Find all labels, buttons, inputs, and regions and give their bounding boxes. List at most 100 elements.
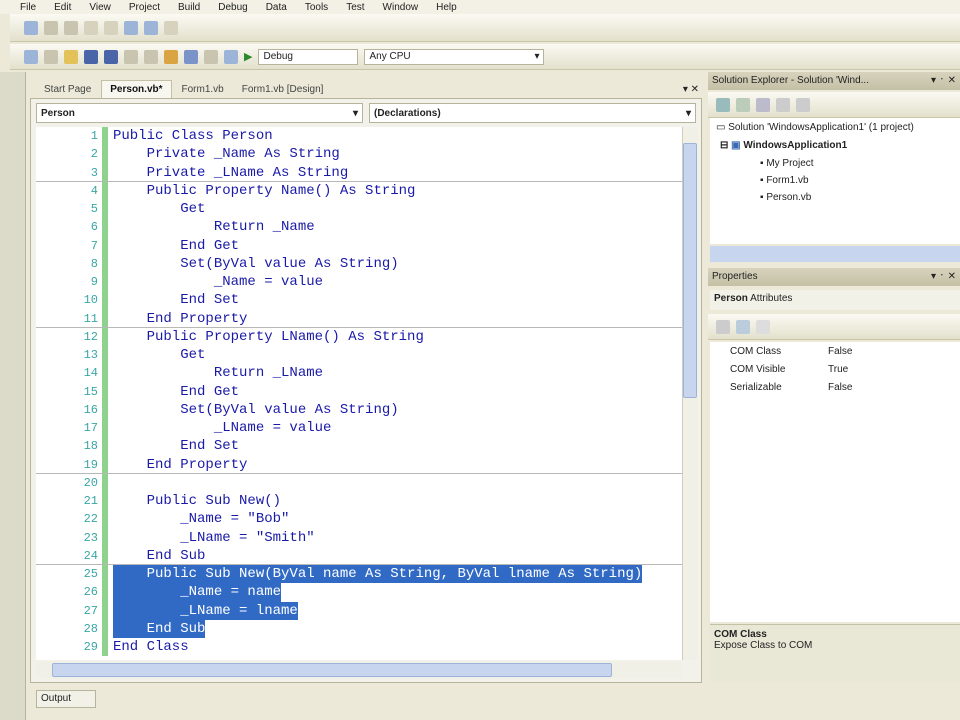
tree-item-person[interactable]: ▪ Person.vb	[760, 192, 811, 203]
menu-help[interactable]: Help	[436, 2, 457, 13]
code-line[interactable]: 11 End Property	[36, 309, 682, 328]
code-line[interactable]: 4 Public Property Name() As String	[36, 181, 682, 200]
output-tab[interactable]: Output	[36, 690, 96, 708]
code-line[interactable]: 18 End Set	[36, 437, 682, 456]
close-icon[interactable]: ▾ ✕	[680, 81, 702, 98]
pin-close-icons[interactable]: ▾ ᛫ ✕	[931, 271, 956, 283]
code-text: End Get	[113, 237, 240, 254]
show-all-files-icon[interactable]	[736, 97, 750, 112]
bookmark-icon[interactable]	[164, 20, 178, 35]
chevron-down-icon: ▾	[685, 107, 691, 119]
code-line[interactable]: 24 End Sub	[36, 546, 682, 565]
code-line[interactable]: 19 End Property	[36, 455, 682, 474]
undo-icon[interactable]	[184, 49, 198, 64]
class-combo[interactable]: Person ▾	[36, 103, 363, 123]
code-line[interactable]: 12 Public Property LName() As String	[36, 327, 682, 346]
code-line[interactable]: 8 Set(ByVal value As String)	[36, 254, 682, 273]
menu-project[interactable]: Project	[129, 2, 160, 13]
menu-window[interactable]: Window	[383, 2, 419, 13]
paste-icon[interactable]	[164, 49, 178, 64]
categorized-icon[interactable]	[716, 319, 730, 334]
code-line[interactable]: 7 End Get	[36, 236, 682, 255]
property-row[interactable]: COM Class False	[710, 342, 960, 360]
line-number: 19	[83, 457, 98, 472]
code-line[interactable]: 15 End Get	[36, 382, 682, 401]
property-value[interactable]: True	[828, 364, 848, 375]
code-line[interactable]: 6 Return _Name	[36, 218, 682, 237]
new-project-icon[interactable]	[24, 20, 38, 35]
menu-edit[interactable]: Edit	[54, 2, 71, 13]
properties-icon[interactable]	[716, 97, 730, 112]
code-line[interactable]: 23 _LName = "Smith"	[36, 528, 682, 547]
property-row[interactable]: Serializable False	[710, 378, 960, 396]
indent-icon[interactable]	[84, 20, 98, 35]
uncomment-icon[interactable]	[144, 20, 158, 35]
view-code-icon[interactable]	[776, 97, 790, 112]
toolbox-strip[interactable]	[0, 72, 26, 720]
view-designer-icon[interactable]	[796, 97, 810, 112]
comment-icon[interactable]	[124, 20, 138, 35]
start-debug-icon[interactable]: ▶	[244, 50, 252, 63]
code-line[interactable]: 20	[36, 473, 682, 492]
outdent-icon[interactable]	[104, 20, 118, 35]
open-file-icon[interactable]	[64, 49, 78, 64]
add-item-icon[interactable]	[44, 49, 58, 64]
member-combo[interactable]: (Declarations) ▾	[369, 103, 696, 123]
code-line[interactable]: 5 Get	[36, 200, 682, 219]
code-line[interactable]: 25 Public Sub New(ByVal name As String, …	[36, 565, 682, 584]
code-line[interactable]: 26 _Name = name	[36, 583, 682, 602]
properties-object-select[interactable]: Person Attributes	[710, 290, 960, 310]
tab-form1-design[interactable]: Form1.vb [Design]	[234, 81, 332, 98]
redo-icon[interactable]	[204, 49, 218, 64]
alphabetical-icon[interactable]	[736, 319, 750, 334]
property-value[interactable]: False	[828, 346, 852, 357]
tab-person-vb[interactable]: Person.vb*	[101, 80, 172, 98]
code-line[interactable]: 10 End Set	[36, 291, 682, 310]
menu-tools[interactable]: Tools	[305, 2, 328, 13]
menu-debug[interactable]: Debug	[218, 2, 247, 13]
code-line[interactable]: 27 _LName = lname	[36, 601, 682, 620]
configuration-select[interactable]: Debug	[258, 48, 359, 65]
add-project-icon[interactable]	[24, 49, 38, 64]
tree-solution[interactable]: ▭ Solution 'WindowsApplication1' (1 proj…	[716, 122, 914, 133]
save-icon[interactable]	[84, 49, 98, 64]
horizontal-scroll-thumb[interactable]	[52, 663, 612, 677]
code-line[interactable]: 16 Set(ByVal value As String)	[36, 400, 682, 419]
save-all-icon[interactable]	[104, 49, 118, 64]
code-line[interactable]: 13 Get	[36, 346, 682, 365]
code-line[interactable]: 17 _LName = value	[36, 419, 682, 438]
menu-view[interactable]: View	[89, 2, 111, 13]
code-editor[interactable]: 1 Public Class Person 2 Private _Name As S…	[36, 127, 682, 660]
menu-build[interactable]: Build	[178, 2, 200, 13]
tree-item-my-project[interactable]: ▪ My Project	[760, 158, 814, 169]
property-pages-icon[interactable]	[756, 319, 770, 334]
code-line[interactable]: 3 Private _LName As String	[36, 163, 682, 182]
tree-project[interactable]: ⊟ ▣ WindowsApplication1	[720, 140, 847, 151]
cut-icon[interactable]	[124, 49, 138, 64]
code-line[interactable]: 14 Return _LName	[36, 364, 682, 383]
menu-data[interactable]: Data	[266, 2, 287, 13]
menu-test[interactable]: Test	[346, 2, 364, 13]
property-row[interactable]: COM Visible True	[710, 360, 960, 378]
code-line[interactable]: 22 _Name = "Bob"	[36, 510, 682, 529]
menu-file[interactable]: File	[20, 2, 36, 13]
code-line[interactable]: 1 Public Class Person	[36, 127, 682, 146]
code-line[interactable]: 2 Private _Name As String	[36, 145, 682, 164]
vertical-scroll-thumb[interactable]	[683, 143, 697, 398]
refresh-icon[interactable]	[756, 97, 770, 112]
platform-select[interactable]: Any CPU ▾	[364, 48, 545, 65]
copy-icon[interactable]	[144, 49, 158, 64]
tab-start-page[interactable]: Start Page	[36, 81, 99, 98]
tree-item-form1[interactable]: ▪ Form1.vb	[760, 175, 809, 186]
solution-hscrollbar[interactable]	[710, 246, 960, 262]
code-line[interactable]: 9 _Name = value	[36, 273, 682, 292]
code-line[interactable]: 29 End Class	[36, 638, 682, 657]
copy-icon[interactable]	[64, 20, 78, 35]
pin-close-icons[interactable]: ▾ ᛫ ✕	[931, 75, 956, 87]
tab-form1-vb[interactable]: Form1.vb	[174, 81, 232, 98]
code-line[interactable]: 21 Public Sub New()	[36, 492, 682, 511]
property-value[interactable]: False	[828, 382, 852, 393]
navigate-icon[interactable]	[224, 49, 238, 64]
code-line[interactable]: 28 End Sub	[36, 619, 682, 638]
cut-icon[interactable]	[44, 20, 58, 35]
